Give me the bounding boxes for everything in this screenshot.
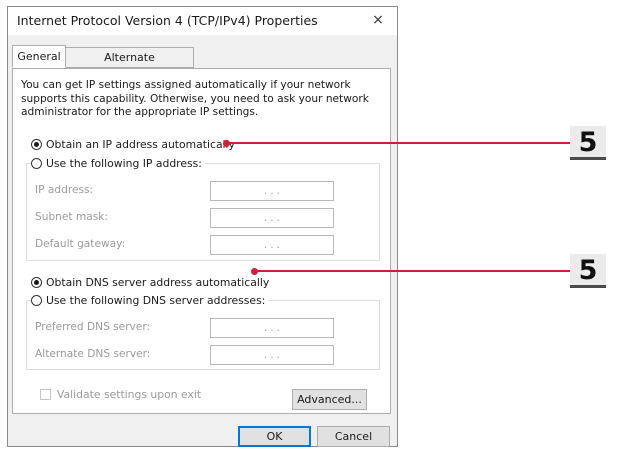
default-gateway-value: . . . (264, 239, 280, 251)
validate-settings-checkbox[interactable] (40, 389, 51, 400)
alternate-dns-label: Alternate DNS server: (35, 348, 151, 360)
obtain-dns-auto-label: Obtain DNS server address automatically (46, 276, 270, 289)
use-following-ip-radio[interactable] (31, 158, 42, 169)
callout-2-badge: 5 (570, 254, 606, 288)
use-following-ip-option[interactable]: Use the following IP address: (31, 157, 205, 170)
description-text: You can get IP settings assigned automat… (21, 79, 369, 118)
ok-button[interactable]: OK (238, 426, 311, 447)
cancel-button[interactable]: Cancel (317, 426, 390, 447)
subnet-mask-label: Subnet mask: (35, 211, 108, 223)
obtain-dns-auto-option[interactable]: Obtain DNS server address automatically (31, 276, 269, 289)
obtain-dns-auto-radio[interactable] (31, 277, 42, 288)
general-tab-panel: You can get IP settings assigned automat… (12, 68, 391, 414)
tcpip-properties-dialog: Internet Protocol Version 4 (TCP/IPv4) P… (7, 6, 398, 447)
default-gateway-field[interactable]: . . . (210, 235, 334, 255)
obtain-ip-auto-label: Obtain an IP address automatically (46, 138, 235, 151)
callout-1-line (226, 142, 570, 144)
validate-settings-label: Validate settings upon exit (57, 388, 202, 401)
subnet-mask-value: . . . (264, 212, 280, 224)
preferred-dns-value: . . . (264, 322, 280, 334)
default-gateway-label: Default gateway: (35, 238, 126, 250)
dialog-title: Internet Protocol Version 4 (TCP/IPv4) P… (17, 13, 318, 28)
alternate-dns-field[interactable]: . . . (210, 345, 334, 365)
close-icon[interactable]: × (369, 12, 387, 28)
preferred-dns-label: Preferred DNS server: (35, 321, 151, 333)
tab-general[interactable]: General (12, 45, 66, 68)
advanced-button[interactable]: Advanced... (292, 389, 367, 410)
title-bar: Internet Protocol Version 4 (TCP/IPv4) P… (8, 7, 397, 35)
use-following-dns-label: Use the following DNS server addresses: (46, 294, 266, 307)
alternate-dns-value: . . . (264, 349, 280, 361)
callout-2-line (254, 270, 570, 272)
subnet-mask-field[interactable]: . . . (210, 208, 334, 228)
ip-address-field[interactable]: . . . (210, 181, 334, 201)
obtain-ip-auto-option[interactable]: Obtain an IP address automatically (31, 138, 235, 151)
tab-alternate-configuration[interactable]: Alternate Configuration (65, 47, 194, 83)
use-following-dns-option[interactable]: Use the following DNS server addresses: (31, 294, 269, 307)
use-following-dns-radio[interactable] (31, 295, 42, 306)
ip-address-value: . . . (264, 185, 280, 197)
preferred-dns-field[interactable]: . . . (210, 318, 334, 338)
callout-1-badge: 5 (570, 126, 606, 160)
use-following-ip-label: Use the following IP address: (46, 157, 202, 170)
validate-settings-option[interactable]: Validate settings upon exit (40, 388, 201, 401)
obtain-ip-auto-radio[interactable] (31, 139, 42, 150)
ip-address-label: IP address: (35, 184, 94, 196)
